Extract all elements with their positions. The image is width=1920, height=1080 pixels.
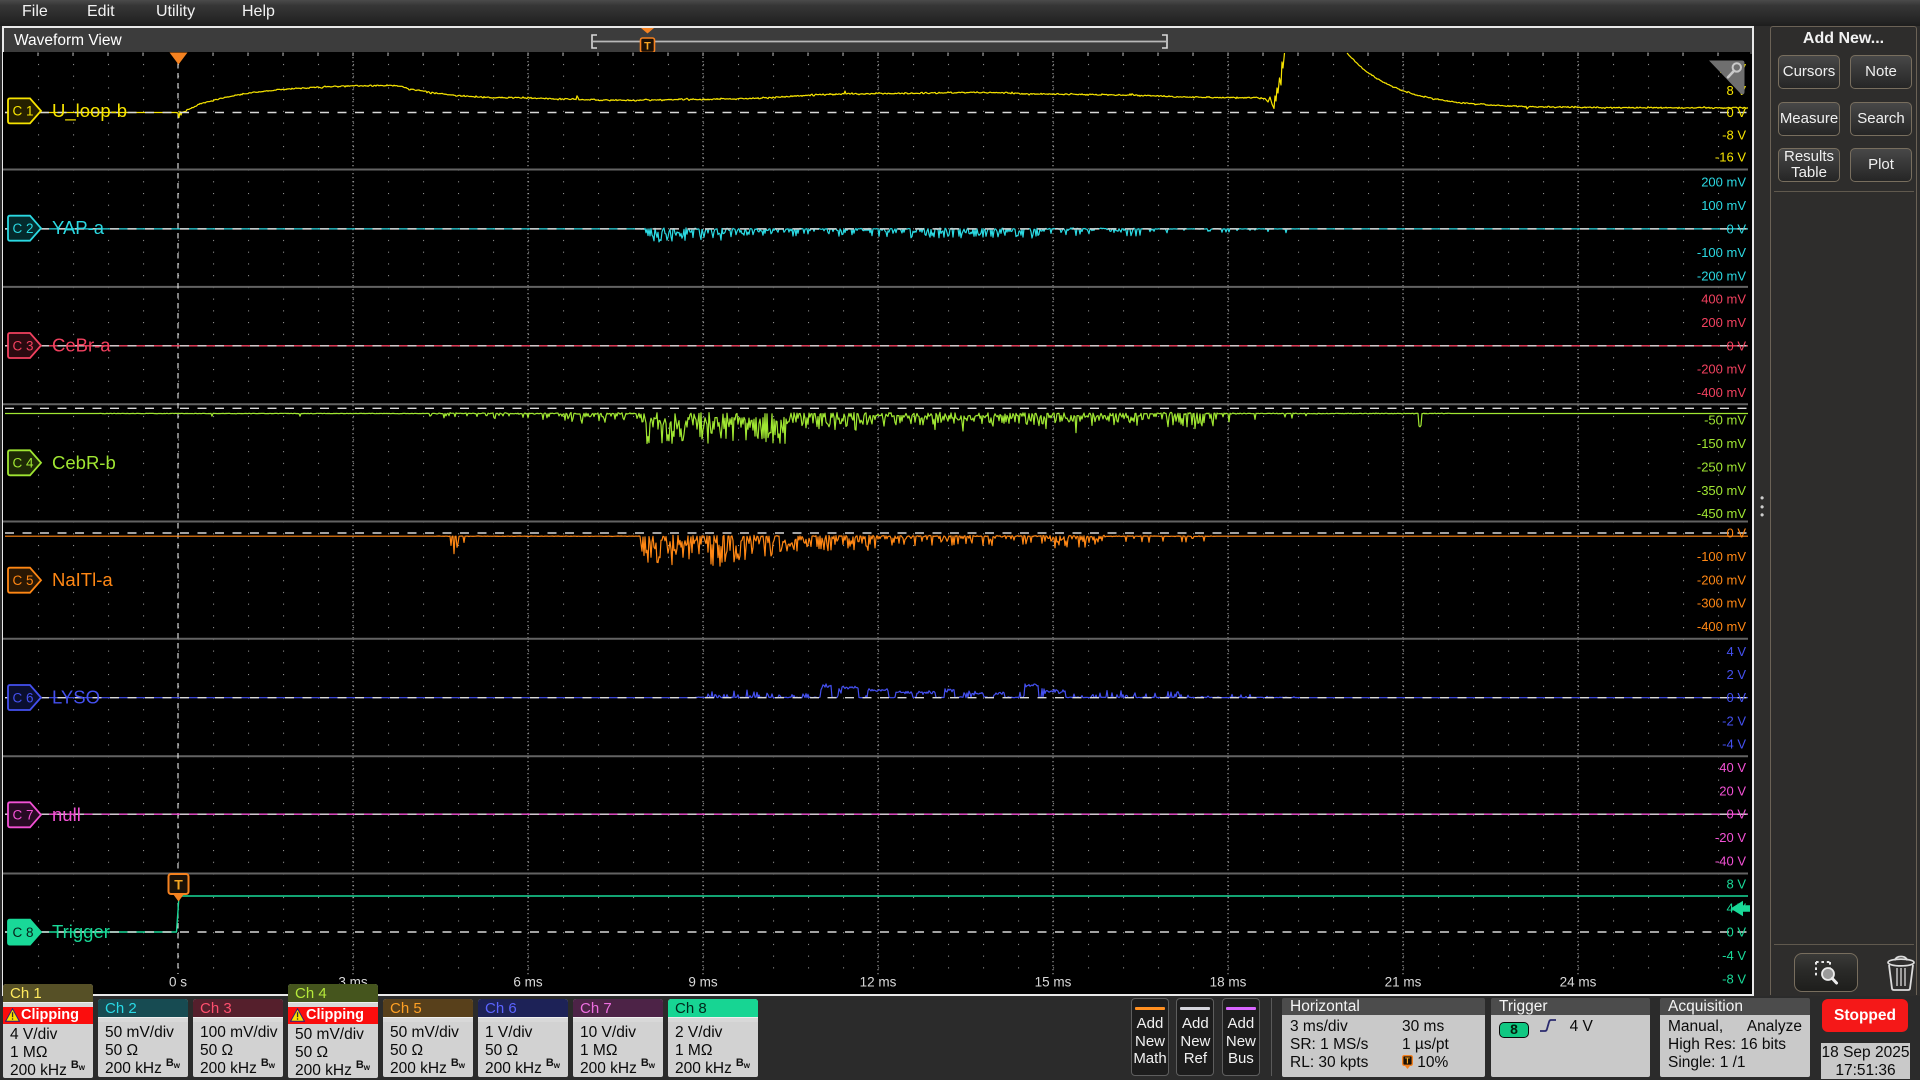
svg-text:-16 V: -16 V bbox=[1715, 150, 1746, 165]
svg-text:-8 V: -8 V bbox=[1722, 971, 1746, 986]
svg-text:CebR-b: CebR-b bbox=[52, 452, 116, 473]
svg-text:YAP-a: YAP-a bbox=[52, 217, 105, 238]
svg-text:U_loop-b: U_loop-b bbox=[52, 100, 127, 122]
svg-text:-20 V: -20 V bbox=[1715, 830, 1746, 845]
svg-text:null: null bbox=[52, 804, 81, 825]
svg-text:0 V: 0 V bbox=[1726, 105, 1746, 120]
svg-text:6 ms: 6 ms bbox=[513, 975, 543, 990]
svg-text:-2 V: -2 V bbox=[1722, 713, 1746, 728]
svg-text:T: T bbox=[1405, 1057, 1410, 1066]
svg-text:40 V: 40 V bbox=[1719, 760, 1746, 775]
svg-text:-250 mV: -250 mV bbox=[1697, 459, 1746, 474]
svg-text:0 V: 0 V bbox=[1726, 690, 1746, 705]
svg-text:CeBr-a: CeBr-a bbox=[52, 335, 111, 356]
svg-text:-200 mV: -200 mV bbox=[1697, 362, 1746, 377]
svg-text:-400 mV: -400 mV bbox=[1697, 385, 1746, 400]
svg-text:-8 V: -8 V bbox=[1722, 127, 1746, 142]
svg-text:0 V: 0 V bbox=[1726, 925, 1746, 940]
svg-text:C 4: C 4 bbox=[12, 456, 34, 471]
svg-text:18 ms: 18 ms bbox=[1210, 975, 1247, 990]
svg-text:T: T bbox=[644, 41, 651, 53]
svg-text:-50 mV: -50 mV bbox=[1704, 413, 1746, 428]
svg-text:-150 mV: -150 mV bbox=[1697, 436, 1746, 451]
svg-text:2 V: 2 V bbox=[1726, 667, 1746, 682]
svg-text:-200 mV: -200 mV bbox=[1697, 572, 1746, 587]
svg-text:100 mV: 100 mV bbox=[1701, 198, 1746, 213]
svg-text:C 5: C 5 bbox=[12, 573, 33, 588]
svg-text:8 V: 8 V bbox=[1726, 877, 1746, 892]
svg-text:12 ms: 12 ms bbox=[860, 975, 897, 990]
svg-text:-400 mV: -400 mV bbox=[1697, 619, 1746, 634]
svg-text:200 mV: 200 mV bbox=[1701, 175, 1746, 190]
svg-text:C 6: C 6 bbox=[12, 690, 33, 705]
svg-text:0 V: 0 V bbox=[1726, 526, 1746, 541]
svg-text:-200 mV: -200 mV bbox=[1697, 268, 1746, 283]
svg-text:24 ms: 24 ms bbox=[1560, 975, 1597, 990]
svg-text:-450 mV: -450 mV bbox=[1697, 506, 1746, 521]
svg-text:9 ms: 9 ms bbox=[688, 975, 718, 990]
svg-text:-4 V: -4 V bbox=[1722, 736, 1746, 751]
svg-text:20 V: 20 V bbox=[1719, 783, 1746, 798]
svg-text:0 V: 0 V bbox=[1726, 807, 1746, 822]
svg-text:-300 mV: -300 mV bbox=[1697, 596, 1746, 611]
svg-text:0 s: 0 s bbox=[169, 975, 187, 990]
svg-text:T: T bbox=[174, 877, 183, 893]
svg-text:-350 mV: -350 mV bbox=[1697, 483, 1746, 498]
svg-text:-4 V: -4 V bbox=[1722, 948, 1746, 963]
svg-text:C 3: C 3 bbox=[12, 338, 33, 353]
svg-text:15 ms: 15 ms bbox=[1035, 975, 1072, 990]
svg-text:C 1: C 1 bbox=[12, 104, 33, 119]
svg-text:C 7: C 7 bbox=[12, 808, 33, 823]
svg-text:4 V: 4 V bbox=[1726, 644, 1746, 659]
svg-text:C 8: C 8 bbox=[12, 925, 33, 940]
svg-text:0 V: 0 V bbox=[1726, 221, 1746, 236]
svg-text:-100 mV: -100 mV bbox=[1697, 245, 1746, 260]
svg-text:LYSO: LYSO bbox=[52, 687, 100, 708]
svg-text:C 2: C 2 bbox=[12, 221, 33, 236]
svg-text:Trigger: Trigger bbox=[52, 921, 110, 942]
svg-text:-100 mV: -100 mV bbox=[1697, 549, 1746, 564]
svg-text:0 V: 0 V bbox=[1726, 338, 1746, 353]
svg-text:21 ms: 21 ms bbox=[1385, 975, 1422, 990]
svg-text:NaITl-a: NaITl-a bbox=[52, 569, 113, 590]
svg-text:-40 V: -40 V bbox=[1715, 853, 1746, 868]
svg-text:200 mV: 200 mV bbox=[1701, 315, 1746, 330]
svg-text:400 mV: 400 mV bbox=[1701, 292, 1746, 307]
